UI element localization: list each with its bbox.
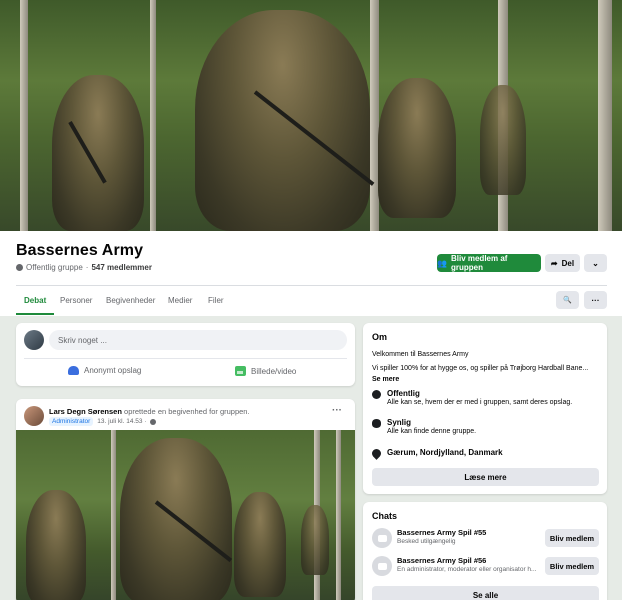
about-item-title: Offentlig: [387, 389, 420, 398]
share-icon: ➦: [550, 258, 558, 268]
post-action-text: oprettede en begivenhed for gruppen.: [121, 407, 250, 416]
cover-tree: [20, 0, 28, 231]
post-soldier: [26, 490, 86, 600]
chat-icon: [372, 556, 392, 576]
post-subline: Administrator 13. juli kl. 14.53 ·: [49, 417, 157, 426]
photo-video-label: Billede/video: [251, 366, 297, 376]
see-all-chats-button[interactable]: Se alle: [372, 586, 599, 600]
chats-title: Chats: [372, 511, 398, 521]
about-welcome: Velkommen til Bassernes Army: [372, 351, 469, 358]
about-item-location: Gærum, Nordjylland, Danmark: [370, 447, 503, 460]
join-chat-button[interactable]: Bliv medlem: [545, 557, 599, 575]
chevron-down-icon: ⌄: [592, 258, 599, 268]
chat-row[interactable]: Bassernes Army Spil #56 En administrator…: [372, 554, 599, 578]
post-author-name[interactable]: Lars Degn Sørensen: [49, 407, 122, 416]
chat-name[interactable]: Bassernes Army Spil #55: [397, 528, 486, 537]
about-item-visible: Synlig Alle kan finde denne gruppe.: [372, 418, 476, 435]
header-divider: [16, 285, 607, 286]
admin-badge: Administrator: [49, 417, 94, 426]
anonymous-post-label: Anonymt opslag: [84, 366, 142, 375]
chat-desc: En administrator, moderator eller organi…: [397, 566, 537, 573]
join-group-button[interactable]: 👥 Bliv medlem af gruppen: [437, 254, 541, 272]
join-group-label: Bliv medlem af gruppen: [450, 254, 508, 272]
composer-placeholder: Skriv noget ...: [58, 335, 107, 345]
post-card: Lars Degn Sørensen oprettede en begivenh…: [16, 399, 355, 600]
cover-photo[interactable]: [0, 0, 622, 231]
member-count[interactable]: 547 medlemmer: [91, 263, 151, 272]
post-tree: [336, 430, 341, 600]
about-description: Vi spiller 100% for at hygge os, og spil…: [372, 363, 598, 385]
composer-input[interactable]: Skriv noget ...: [49, 330, 347, 350]
group-name[interactable]: Bassernes Army: [16, 242, 143, 260]
people-icon: 👥: [437, 258, 447, 268]
globe-icon: [372, 390, 381, 399]
more-dots-icon: ···: [591, 295, 600, 305]
tab-personer[interactable]: Personer: [60, 296, 92, 305]
eye-icon: [372, 419, 381, 428]
about-title: Om: [372, 332, 388, 342]
search-button[interactable]: 🔍: [556, 291, 579, 309]
post-timestamp[interactable]: 13. juli kl. 14.53 ·: [97, 418, 146, 425]
avatar[interactable]: [24, 330, 44, 350]
cover-soldier: [52, 75, 144, 231]
read-more-button[interactable]: Læse mere: [372, 468, 599, 486]
tab-debat[interactable]: Debat: [24, 296, 46, 305]
chat-desc: Besked utilgængelig: [397, 538, 456, 545]
tab-filer[interactable]: Filer: [208, 296, 224, 305]
privacy-label: Offentlig gruppe: [26, 263, 83, 272]
share-label: Del: [561, 258, 575, 268]
post-composer: Skriv noget ... Anonymt opslag Billede/v…: [16, 323, 355, 386]
join-chat-button[interactable]: Bliv medlem: [545, 529, 599, 547]
cover-soldier: [378, 78, 456, 218]
about-item-public: Offentlig Alle kan se, hvem der er med i…: [372, 389, 572, 406]
composer-divider: [24, 358, 347, 359]
active-tab-indicator: [16, 313, 54, 315]
about-item-title: Synlig: [387, 418, 412, 427]
chat-row[interactable]: Bassernes Army Spil #55 Besked utilgænge…: [372, 526, 599, 550]
chat-icon: [372, 528, 392, 548]
see-more-link[interactable]: Se mere: [372, 376, 399, 383]
about-item-desc: Alle kan finde denne gruppe.: [387, 428, 477, 435]
globe-icon: [16, 264, 23, 271]
cover-tree: [150, 0, 156, 231]
about-card: Om Velkommen til Bassernes Army Vi spill…: [363, 323, 607, 494]
post-soldier: [234, 492, 286, 597]
photo-video-button[interactable]: Billede/video: [235, 366, 296, 376]
meta-separator: ·: [85, 263, 89, 272]
anonymous-icon: [68, 366, 79, 375]
tab-begivenheder[interactable]: Begivenheder: [106, 296, 155, 305]
cover-soldier: [195, 10, 370, 231]
post-soldier: [301, 505, 329, 575]
chats-card: Chats Bassernes Army Spil #55 Besked uti…: [363, 502, 607, 600]
cover-tree: [598, 0, 612, 231]
author-avatar[interactable]: [24, 406, 44, 426]
location-pin-icon: [370, 447, 383, 460]
photo-icon: [235, 366, 246, 376]
tab-medier[interactable]: Medier: [168, 296, 192, 305]
anonymous-post-button[interactable]: Anonymt opslag: [68, 366, 141, 375]
about-description-text: Vi spiller 100% for at hygge os, og spil…: [372, 365, 589, 372]
chat-name[interactable]: Bassernes Army Spil #56: [397, 556, 486, 565]
post-image[interactable]: [16, 430, 355, 600]
cover-soldier: [480, 85, 526, 195]
search-icon: 🔍: [563, 297, 572, 304]
group-meta: Offentlig gruppe · 547 medlemmer: [16, 263, 152, 272]
post-more-button[interactable]: ···: [332, 405, 342, 416]
about-item-title[interactable]: Gærum, Nordjylland, Danmark: [387, 448, 503, 457]
about-item-desc: Alle kan se, hvem der er med i gruppen, …: [387, 399, 573, 406]
more-options-button[interactable]: ⌄: [584, 254, 607, 272]
post-tree: [111, 430, 116, 600]
globe-icon: [150, 418, 157, 425]
post-header: Lars Degn Sørensen oprettede en begivenh…: [49, 407, 250, 416]
share-button[interactable]: ➦ Del: [545, 254, 580, 272]
tabs-more-button[interactable]: ···: [584, 291, 607, 309]
